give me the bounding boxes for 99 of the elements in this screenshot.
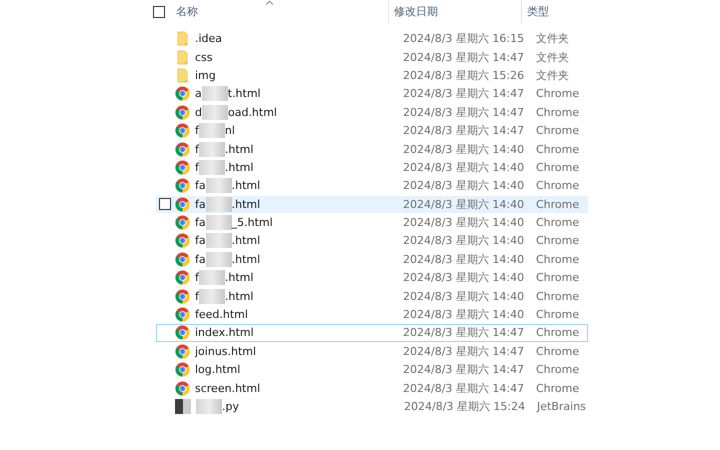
- modified-date: 2024/8/3 星期六 14:40: [403, 252, 526, 267]
- file-row[interactable]: fa .html 2024/8/3 星期六 14:40 Chrome: [156, 232, 588, 250]
- file-name: index.html: [195, 326, 254, 340]
- file-row[interactable]: feed.html 2024/8/3 星期六 14:40 Chrome: [156, 306, 588, 324]
- file-name: .html: [224, 142, 254, 156]
- modified-date: 2024/8/3 星期六 14:40: [403, 142, 526, 157]
- file-type: Chrome: [536, 160, 580, 174]
- file-type: Chrome: [536, 106, 580, 119]
- file-row[interactable]: f nl 2024/8/3 星期六 14:47 Chrome: [156, 122, 588, 140]
- file-type: Chrome: [536, 124, 580, 138]
- file-type: Chrome: [536, 142, 580, 156]
- file-name: joinus.html: [195, 344, 256, 358]
- file-type: Chrome: [536, 179, 580, 192]
- file-name: .html: [224, 271, 254, 284]
- modified-date: 2024/8/3 星期六 14:47: [403, 362, 526, 378]
- file-type: 文件夹: [536, 68, 569, 83]
- file-type: Chrome: [536, 87, 580, 100]
- file-name: t.html: [228, 87, 261, 100]
- modified-date: 2024/8/3 星期六 14:47: [403, 380, 526, 396]
- file-row[interactable]: f .html 2024/8/3 星期六 14:40 Chrome: [156, 158, 588, 176]
- file-row[interactable]: index.html 2024/8/3 星期六 14:47 Chrome: [156, 324, 588, 342]
- file-row[interactable]: css 2024/8/3 星期六 14:47 文件夹: [156, 48, 588, 66]
- file-type: JetBrains: [537, 400, 586, 413]
- file-type: Chrome: [536, 271, 580, 284]
- file-row[interactable]: joinus.html 2024/8/3 星期六 14:47 Chrome: [156, 342, 588, 360]
- file-name: f: [195, 124, 199, 138]
- file-row[interactable]: fa .html 2024/8/3 星期六 14:40 Chrome: [156, 250, 588, 268]
- file-name: f: [195, 142, 199, 156]
- modified-date: 2024/8/3 星期六 14:47: [403, 86, 526, 102]
- modified-date: 2024/8/3 星期六 14:40: [403, 215, 526, 230]
- column-header[interactable]: 名称: [165, 0, 389, 24]
- file-name: f: [195, 271, 199, 284]
- file-name: .html: [232, 234, 260, 248]
- file-row[interactable]: f .html 2024/8/3 星期六 14:40 Chrome: [156, 269, 588, 286]
- file-name: d: [195, 106, 202, 119]
- file-row[interactable]: f .html 2024/8/3 星期六 14:40 Chrome: [156, 287, 588, 305]
- modified-date: 2024/8/3 星期六 14:47: [403, 104, 526, 120]
- modified-date: 2024/8/3 星期六 14:40: [403, 288, 526, 304]
- file-name: .py: [222, 400, 239, 413]
- file-name: .html: [224, 290, 254, 303]
- file-type: Chrome: [536, 290, 580, 303]
- modified-date: 2024/8/3 星期六 14:40: [403, 196, 526, 212]
- modified-date: 2024/8/3 星期六 14:40: [403, 233, 526, 248]
- file-name: fa: [195, 216, 206, 230]
- file-type: Chrome: [536, 216, 580, 230]
- file-type: Chrome: [536, 363, 580, 376]
- file-row[interactable]: .py 2024/8/3 星期六 15:24 JetBrains: [156, 398, 588, 416]
- file-name: f: [195, 160, 199, 174]
- file-row[interactable]: log.html 2024/8/3 星期六 14:47 Chrome: [156, 361, 588, 378]
- file-type: Chrome: [536, 382, 580, 395]
- file-type: Chrome: [536, 326, 580, 340]
- modified-date: 2024/8/3 星期六 15:24: [404, 399, 526, 414]
- file-row[interactable]: d oad.html 2024/8/3 星期六 14:47 Chrome: [156, 104, 588, 121]
- column-header[interactable]: 类型: [522, 0, 549, 24]
- file-name: fa: [195, 179, 206, 192]
- modified-date: 2024/8/3 星期六 14:47: [403, 325, 526, 340]
- file-row[interactable]: f .html 2024/8/3 星期六 14:40 Chrome: [156, 140, 588, 158]
- file-type: Chrome: [536, 252, 580, 266]
- file-type: Chrome: [536, 344, 580, 358]
- modified-date: 2024/8/3 星期六 14:40: [403, 270, 526, 286]
- file-name: feed.html: [195, 308, 248, 322]
- modified-date: 2024/8/3 星期六 16:15: [403, 31, 526, 46]
- column-header[interactable]: 修改日期: [389, 0, 522, 24]
- modified-date: 2024/8/3 星期六 14:47: [403, 123, 526, 138]
- modified-date: 2024/8/3 星期六 14:40: [403, 307, 526, 322]
- file-name: _5.html: [232, 216, 273, 230]
- file-name: css: [195, 50, 213, 64]
- file-name: screen.html: [195, 382, 260, 395]
- modified-date: 2024/8/3 星期六 14:40: [403, 178, 526, 194]
- file-row[interactable]: fa .html 2024/8/3 星期六 14:40 Chrome: [156, 177, 588, 195]
- file-name: nl: [224, 124, 235, 138]
- file-name: .html: [232, 179, 260, 192]
- modified-date: 2024/8/3 星期六 14:47: [403, 50, 526, 65]
- file-name: log.html: [195, 363, 240, 376]
- file-name: .html: [224, 160, 254, 174]
- file-name: oad.html: [228, 106, 277, 119]
- file-name: fa: [195, 252, 206, 266]
- file-name: img: [195, 68, 216, 82]
- file-row[interactable]: screen.html 2024/8/3 星期六 14:47 Chrome: [156, 379, 588, 397]
- file-name: .html: [232, 198, 260, 211]
- file-name: a: [195, 87, 202, 100]
- file-row[interactable]: fa _5.html 2024/8/3 星期六 14:40 Chrome: [156, 214, 588, 232]
- file-type: 文件夹: [536, 50, 569, 65]
- file-type: Chrome: [536, 198, 580, 211]
- file-type: Chrome: [536, 234, 580, 248]
- file-row[interactable]: img 2024/8/3 星期六 15:26 文件夹: [156, 66, 588, 84]
- modified-date: 2024/8/3 星期六 15:26: [403, 68, 526, 83]
- file-type: 文件夹: [536, 31, 569, 46]
- modified-date: 2024/8/3 星期六 14:40: [403, 160, 526, 175]
- file-name: f: [195, 290, 199, 303]
- file-row[interactable]: .idea 2024/8/3 星期六 16:15 文件夹: [156, 30, 588, 48]
- file-name: .html: [232, 252, 260, 266]
- modified-date: 2024/8/3 星期六 14:47: [403, 344, 526, 359]
- file-name: fa: [195, 234, 206, 248]
- file-name: .idea: [195, 32, 222, 46]
- file-type: Chrome: [536, 308, 580, 322]
- file-row[interactable]: fa .html 2024/8/3 星期六 14:40 Chrome: [156, 196, 588, 213]
- file-row[interactable]: a t.html 2024/8/3 星期六 14:47 Chrome: [156, 85, 588, 103]
- file-name: fa: [195, 198, 206, 211]
